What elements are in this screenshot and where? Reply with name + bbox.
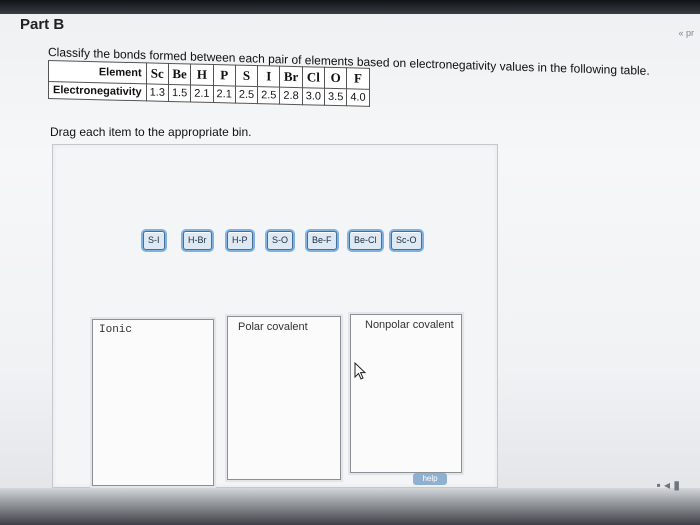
element-cell: H bbox=[190, 63, 214, 86]
tile-sc-o[interactable]: Sc-O bbox=[391, 231, 422, 250]
tile-h-br[interactable]: H-Br bbox=[183, 231, 212, 250]
element-cell: O bbox=[324, 67, 347, 89]
value-cell: 1.3 bbox=[146, 83, 169, 102]
element-cell: Br bbox=[279, 66, 303, 88]
value-cell: 2.8 bbox=[279, 87, 303, 105]
taskbar-icons: ▪ ◂ ▮ bbox=[656, 478, 680, 492]
element-cell: Sc bbox=[146, 62, 169, 85]
bin-polar-covalent[interactable]: Polar covalent bbox=[227, 316, 341, 480]
mouse-cursor-icon bbox=[354, 362, 367, 380]
value-cell: 2.5 bbox=[257, 86, 280, 105]
screen: Part B « pr Classify the bonds formed be… bbox=[0, 0, 700, 525]
electronegativity-row-header: Electronegativity bbox=[48, 81, 147, 101]
tile-tray: S-I H-Br H-P S-O Be-F Be-Cl Sc-O bbox=[143, 231, 433, 251]
value-cell: 2.1 bbox=[190, 84, 214, 103]
bin-nonpolar-covalent[interactable]: Nonpolar covalent bbox=[350, 314, 462, 473]
tile-h-p[interactable]: H-P bbox=[227, 231, 253, 250]
tile-s-i[interactable]: S-I bbox=[143, 231, 165, 250]
element-cell: F bbox=[346, 67, 370, 90]
element-cell: P bbox=[213, 64, 236, 87]
bin-ionic[interactable]: Ionic bbox=[92, 319, 214, 486]
element-cell: S bbox=[235, 65, 258, 87]
element-row-header: Element bbox=[48, 60, 147, 84]
value-cell: 4.0 bbox=[346, 88, 370, 107]
element-cell: I bbox=[257, 65, 280, 88]
previous-link[interactable]: « pr bbox=[678, 28, 694, 38]
part-title: Part B bbox=[20, 16, 65, 33]
system-tray-icon: ▪ ◂ ▮ bbox=[656, 478, 680, 492]
help-button[interactable]: help bbox=[413, 473, 447, 485]
element-cell: Cl bbox=[302, 66, 325, 89]
electronegativity-table: Element Sc Be H P S I Br Cl O F Electron… bbox=[48, 60, 370, 107]
drag-instruction: Drag each item to the appropriate bin. bbox=[50, 125, 252, 139]
value-cell: 3.0 bbox=[302, 87, 325, 106]
bin-ionic-label: Ionic bbox=[99, 324, 133, 336]
value-cell: 3.5 bbox=[324, 88, 347, 106]
bin-nonpolar-covalent-label: Nonpolar covalent bbox=[365, 319, 454, 331]
value-cell: 1.5 bbox=[168, 84, 191, 102]
monitor-bezel-top bbox=[0, 0, 700, 14]
value-cell: 2.5 bbox=[235, 86, 258, 104]
tile-s-o[interactable]: S-O bbox=[267, 231, 294, 250]
value-cell: 2.1 bbox=[213, 85, 236, 104]
tile-be-f[interactable]: Be-F bbox=[307, 231, 337, 250]
monitor-bezel-bottom bbox=[0, 488, 700, 525]
element-cell: Be bbox=[168, 63, 191, 85]
bin-polar-covalent-label: Polar covalent bbox=[238, 321, 308, 333]
tile-be-cl[interactable]: Be-Cl bbox=[349, 231, 382, 250]
